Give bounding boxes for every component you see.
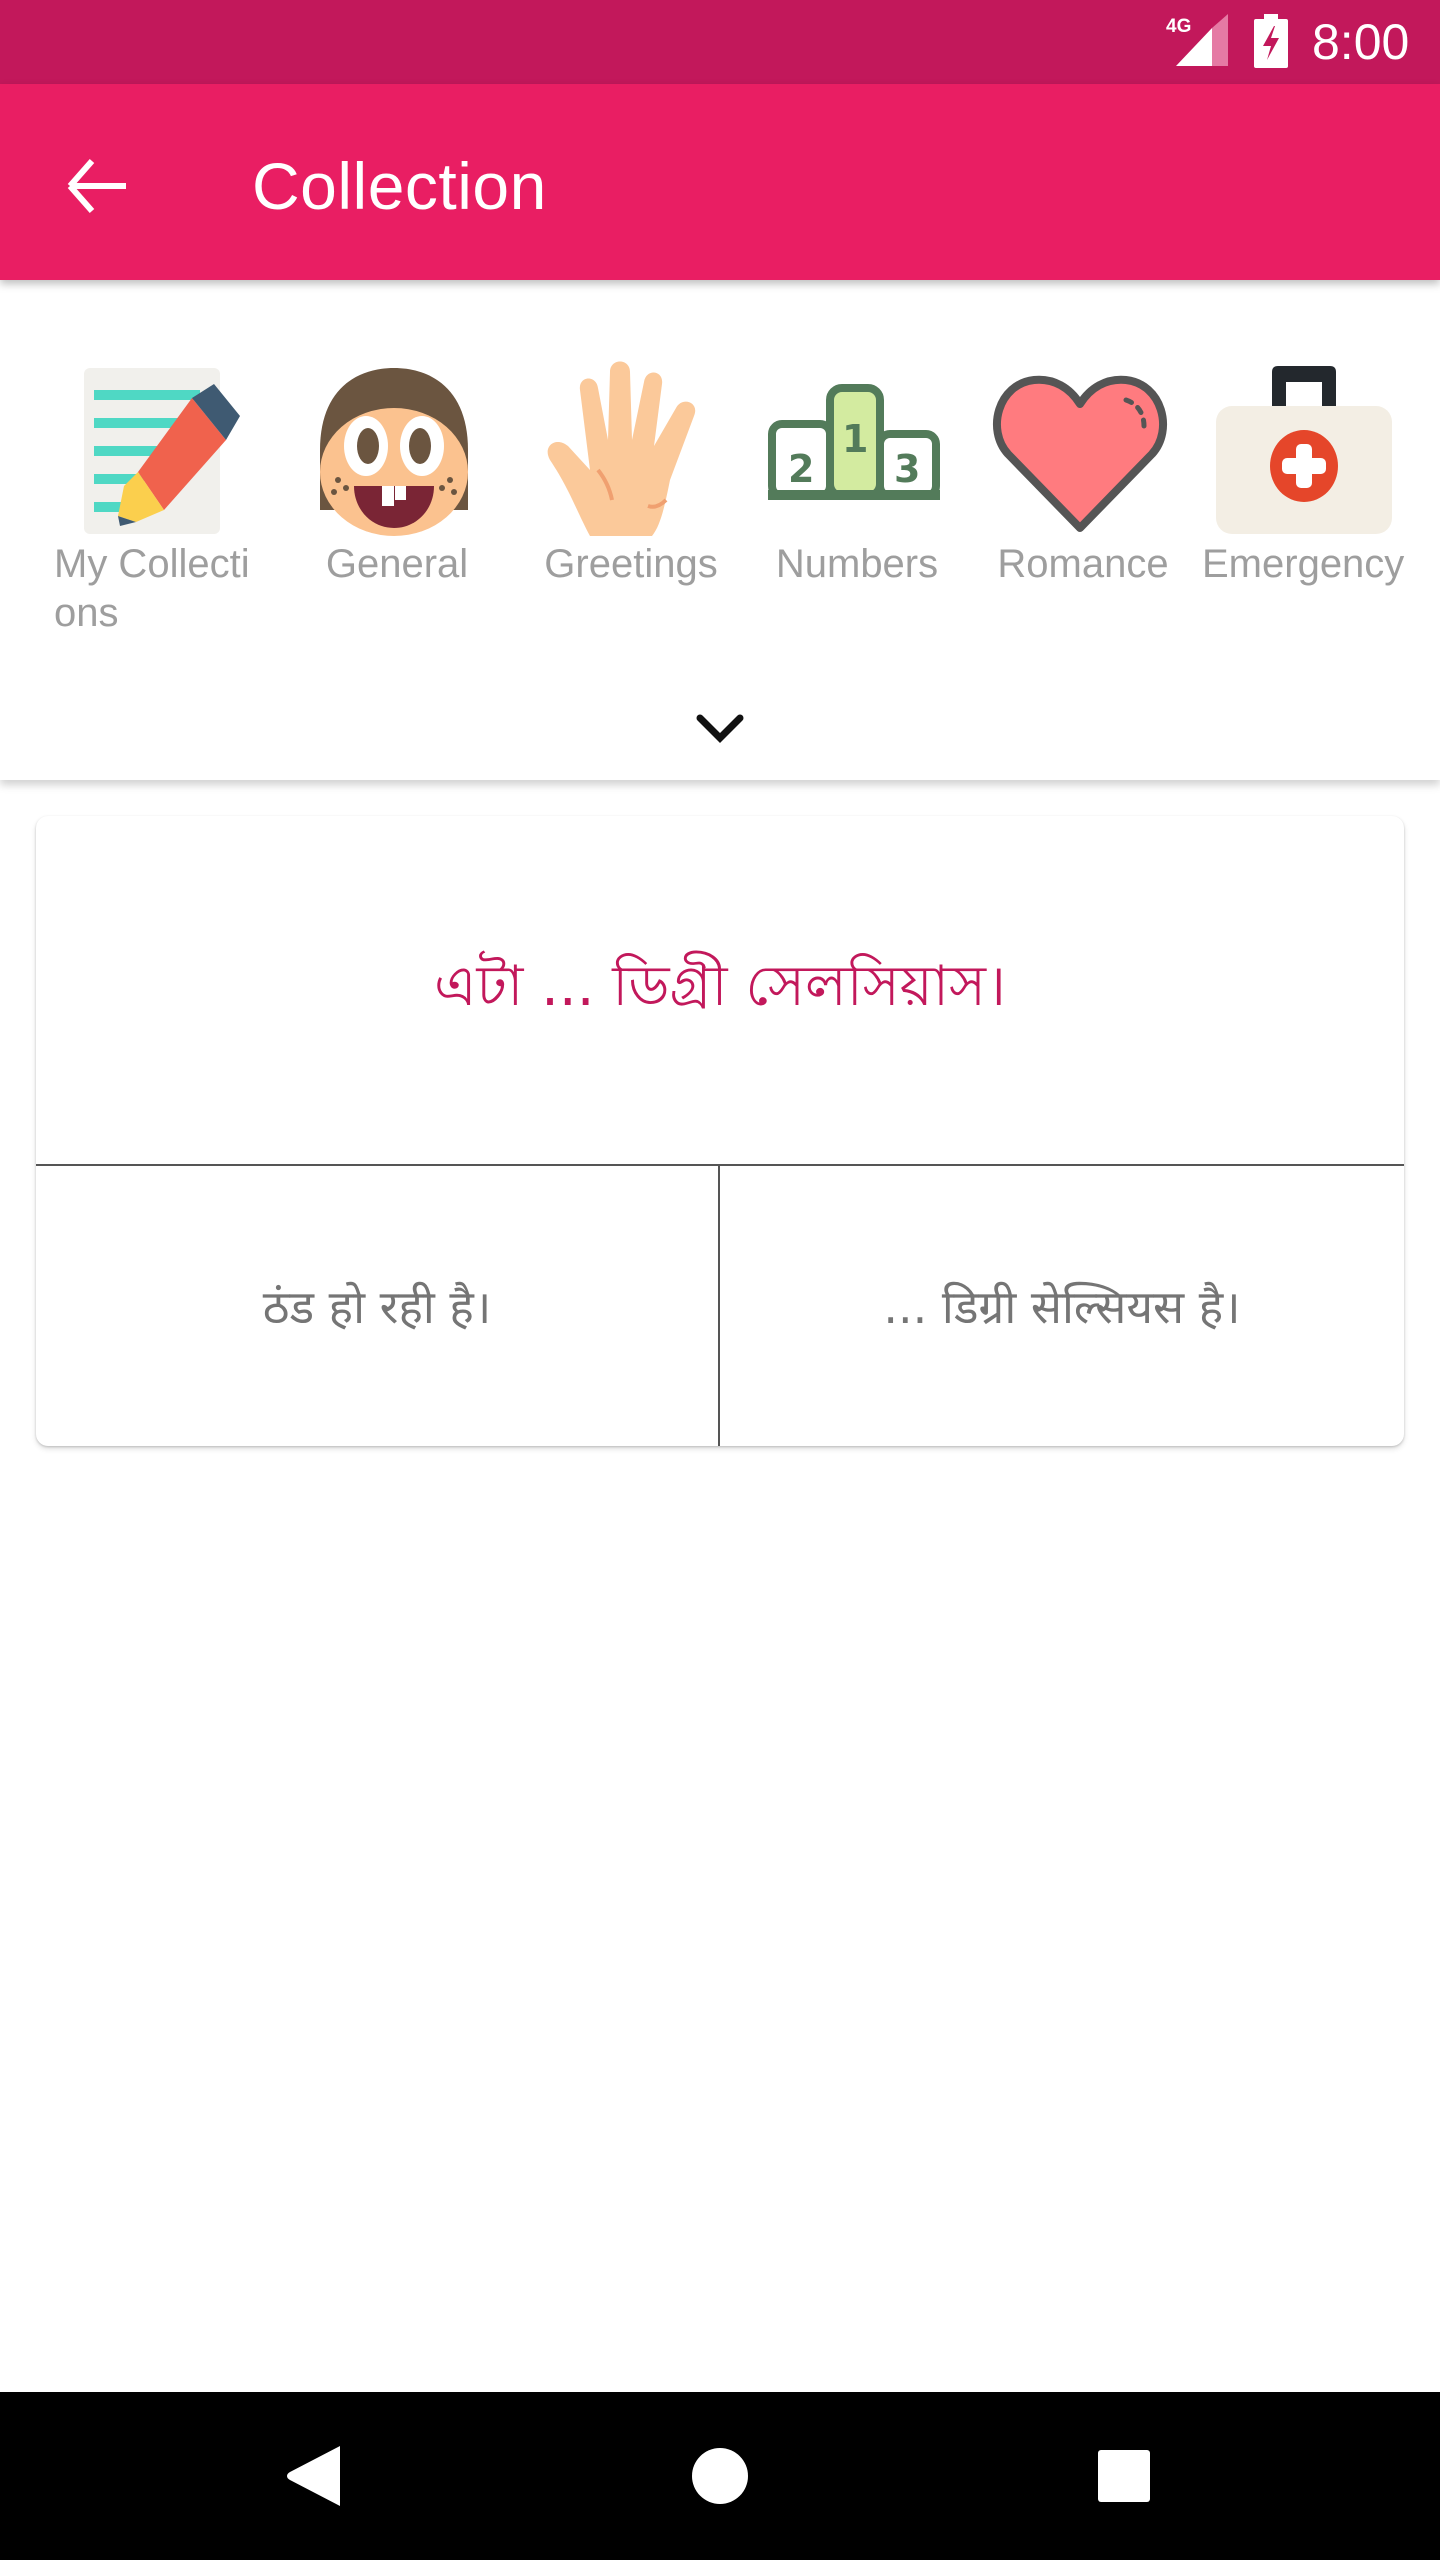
svg-text:1: 1	[842, 417, 868, 461]
battery-charging-icon	[1254, 14, 1288, 68]
back-nav-icon[interactable]	[276, 2436, 356, 2516]
category-general[interactable]: General	[292, 360, 502, 660]
answer-option-1[interactable]: ठंड हो रही है।	[36, 1166, 720, 1446]
waving-hand-icon	[547, 361, 696, 536]
category-romance[interactable]: Romance	[978, 360, 1188, 660]
category-greetings[interactable]: Greetings	[526, 360, 736, 660]
first-aid-kit-icon	[1216, 366, 1392, 534]
category-label: Numbers	[775, 542, 939, 586]
notepad-pencil-icon	[84, 368, 240, 534]
home-nav-icon[interactable]	[680, 2436, 760, 2516]
category-label: Emergency	[1202, 542, 1405, 586]
app-bar: Collection	[0, 84, 1440, 280]
recents-nav-icon[interactable]	[1084, 2436, 1164, 2516]
question-text: এটা ... ডিগ্রী সেলসিয়াস।	[36, 816, 1404, 1166]
category-label: My Collections	[54, 542, 250, 635]
svg-text:3: 3	[894, 447, 920, 491]
category-emergency[interactable]: Emergency	[1202, 360, 1412, 660]
svg-text:4G: 4G	[1166, 16, 1191, 37]
smiling-face-icon	[320, 368, 468, 536]
status-bar: 4G 8:00	[0, 0, 1440, 84]
category-label: General	[325, 542, 469, 586]
category-my-collections[interactable]: My Collections	[54, 360, 264, 660]
clock: 8:00	[1312, 14, 1410, 70]
category-numbers[interactable]: 2 1 3 Numbers	[752, 360, 962, 660]
heart-icon	[993, 375, 1167, 532]
category-label: Romance	[997, 542, 1169, 586]
quiz-card: এটা ... ডিগ্রী সেলসিয়াস। ठंड हो रही है।…	[36, 816, 1404, 1446]
svg-text:2: 2	[788, 447, 814, 491]
system-nav-bar	[0, 2392, 1440, 2560]
page-title: Collection	[252, 149, 547, 223]
arrow-back-icon[interactable]	[56, 146, 136, 226]
category-panel: My Collections General Greetings 2 1 3 N…	[0, 280, 1440, 780]
chevron-down-icon[interactable]	[688, 708, 752, 752]
podium-123-icon: 2 1 3	[768, 384, 940, 500]
signal-4g-icon: 4G	[1166, 14, 1228, 66]
category-label: Greetings	[544, 542, 718, 586]
answer-option-2[interactable]: ... डिग्री सेल्सियस है।	[720, 1166, 1404, 1446]
